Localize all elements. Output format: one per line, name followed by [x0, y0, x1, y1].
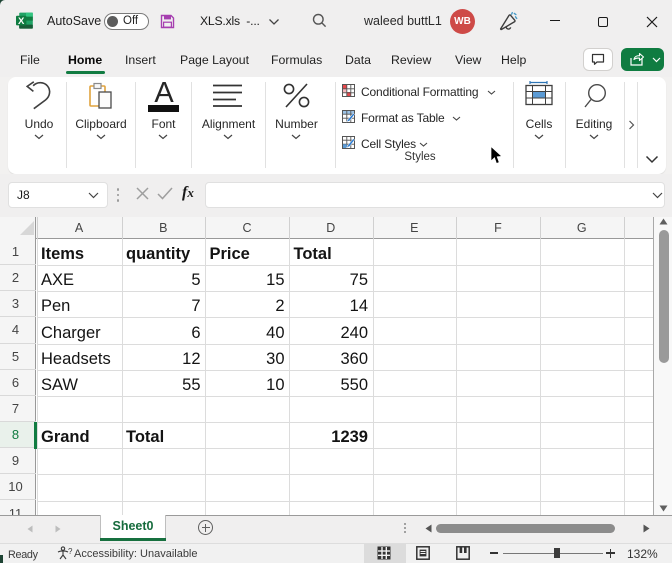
svg-text:?: ?: [68, 547, 73, 556]
svg-text:X: X: [18, 16, 25, 27]
